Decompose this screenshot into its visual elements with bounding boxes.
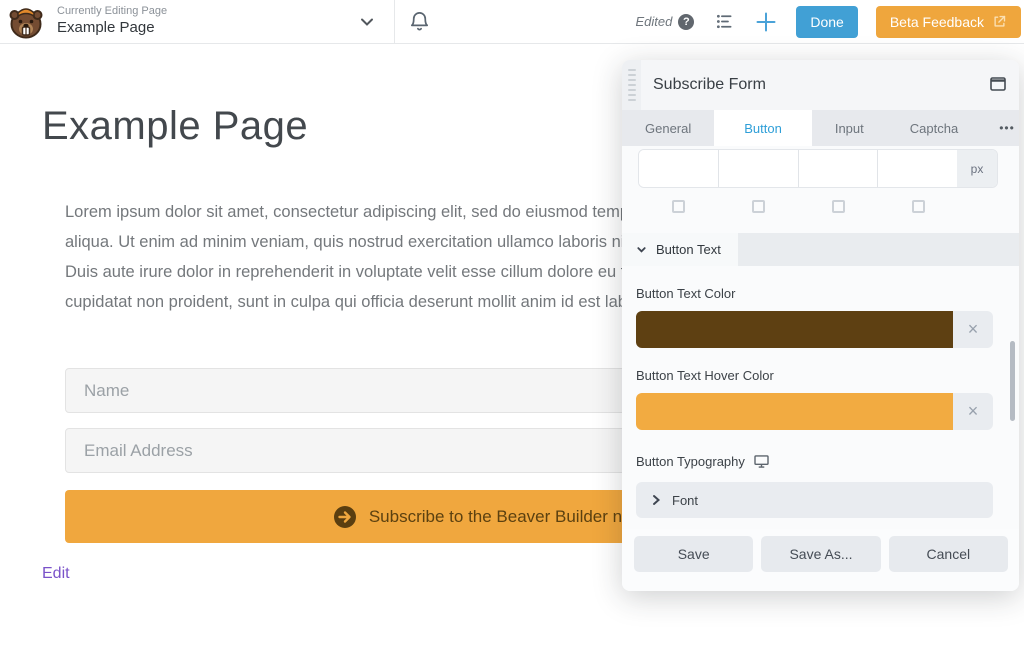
panel-tab-bar: General Button Input Captcha •••	[622, 110, 1019, 146]
topbar-divider	[394, 0, 395, 43]
dimension-input-bottom[interactable]	[799, 150, 879, 187]
editing-kicker: Currently Editing Page	[57, 5, 167, 18]
topbar-actions: Edited ? Done Beta Feedback	[635, 0, 1021, 43]
save-as-button[interactable]: Save As...	[761, 536, 880, 572]
beaver-builder-logo-icon[interactable]	[8, 4, 44, 40]
panel-drag-handle[interactable]	[622, 60, 641, 110]
done-button[interactable]: Done	[796, 6, 857, 38]
current-page-info: Currently Editing Page Example Page	[57, 5, 167, 37]
dimension-input-top[interactable]	[639, 150, 719, 187]
circle-arrow-icon	[334, 506, 356, 528]
link-toggle-icon[interactable]	[912, 200, 925, 213]
button-typography-label: Button Typography	[636, 454, 993, 469]
chevron-down-icon	[636, 244, 647, 255]
font-expander-label: Font	[672, 493, 698, 508]
panel-title: Subscribe Form	[653, 76, 766, 94]
tab-input[interactable]: Input	[812, 110, 887, 146]
edited-status: Edited	[635, 14, 672, 29]
beta-feedback-label: Beta Feedback	[890, 14, 984, 30]
button-text-hover-color-swatch[interactable]	[636, 393, 953, 430]
dimension-input-right[interactable]	[719, 150, 799, 187]
outline-panel-icon[interactable]	[712, 10, 736, 34]
done-button-label: Done	[810, 14, 843, 30]
external-link-icon	[992, 14, 1007, 29]
button-text-color-control: ×	[636, 311, 993, 348]
tab-button[interactable]: Button	[714, 110, 812, 146]
link-toggle-icon[interactable]	[752, 200, 765, 213]
page-heading: Example Page	[42, 104, 308, 149]
clear-color-icon[interactable]: ×	[953, 311, 993, 348]
button-text-hover-color-control: ×	[636, 393, 993, 430]
save-button[interactable]: Save	[634, 536, 753, 572]
cancel-button[interactable]: Cancel	[889, 536, 1008, 572]
panel-header: Subscribe Form	[622, 60, 1019, 110]
top-bar: Currently Editing Page Example Page Edit…	[0, 0, 1024, 44]
clear-color-icon[interactable]: ×	[953, 393, 993, 430]
subscribe-form-settings-panel: Subscribe Form General Button Input Capt…	[622, 60, 1019, 591]
add-content-plus-icon[interactable]	[754, 10, 778, 34]
panel-footer: Save Save As... Cancel	[622, 529, 1019, 591]
beta-feedback-button[interactable]: Beta Feedback	[876, 6, 1021, 38]
link-toggle-icon[interactable]	[672, 200, 685, 213]
padding-dimension-inputs: px	[638, 149, 998, 188]
button-text-section-header[interactable]: Button Text	[622, 233, 1019, 266]
page-switcher-chevron-down-icon[interactable]	[357, 12, 377, 32]
responsive-monitor-icon[interactable]	[754, 455, 769, 468]
typography-label-text: Button Typography	[636, 454, 745, 469]
tab-captcha[interactable]: Captcha	[887, 110, 981, 146]
font-expander[interactable]: Font	[636, 482, 993, 518]
dimension-input-left[interactable]	[878, 150, 957, 187]
button-text-hover-color-label: Button Text Hover Color	[636, 368, 993, 383]
dock-window-icon[interactable]	[990, 77, 1006, 91]
button-text-section-tab: Button Text	[622, 233, 738, 266]
tab-overflow-menu[interactable]: •••	[981, 110, 1019, 146]
panel-scrollbar[interactable]	[1010, 341, 1015, 421]
link-toggle-icon[interactable]	[832, 200, 845, 213]
button-text-color-label: Button Text Color	[636, 286, 993, 301]
chevron-right-icon	[651, 494, 661, 506]
tab-general[interactable]: General	[622, 110, 714, 146]
dimension-link-toggles	[638, 196, 998, 216]
unit-selector[interactable]: px	[957, 150, 997, 187]
editing-page-title: Example Page	[57, 19, 167, 37]
section-title: Button Text	[656, 242, 721, 257]
edited-help-icon[interactable]: ?	[678, 14, 694, 30]
edit-link[interactable]: Edit	[42, 565, 70, 583]
button-text-section-content: Button Text Color × Button Text Hover Co…	[622, 286, 1019, 529]
beaver-builder-editor: Currently Editing Page Example Page Edit…	[0, 0, 1024, 660]
button-text-color-swatch[interactable]	[636, 311, 953, 348]
panel-body: px Button Text Button Text Color	[622, 146, 1019, 529]
notifications-bell-icon[interactable]	[408, 10, 431, 33]
